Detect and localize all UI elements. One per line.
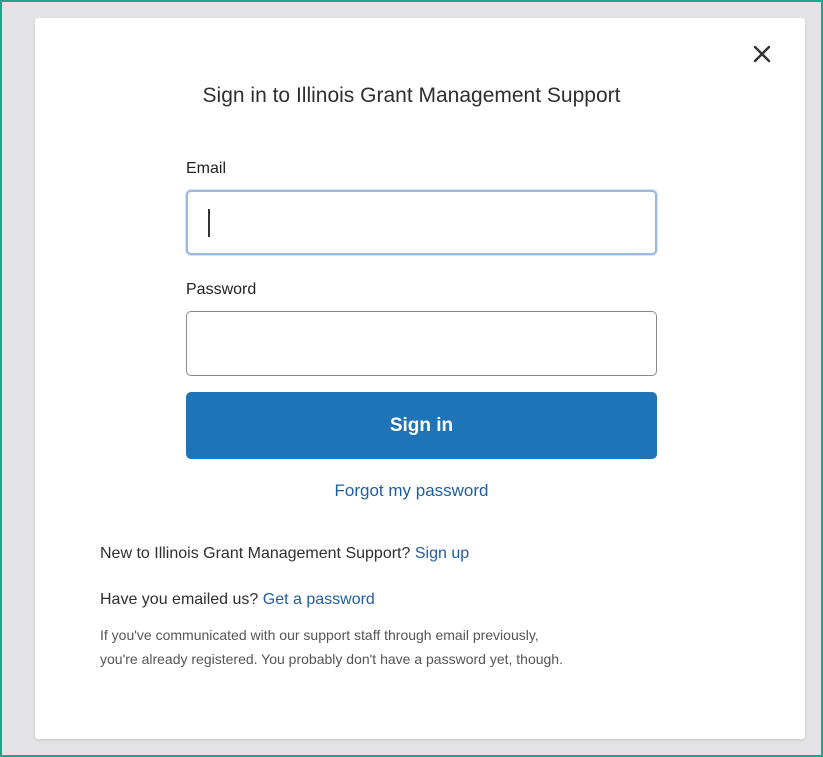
email-field[interactable] [186,190,657,255]
emailed-text: Have you emailed us? [100,591,259,608]
new-user-row: New to Illinois Grant Management Support… [100,545,469,563]
close-button[interactable] [750,42,774,66]
signin-button[interactable]: Sign in [186,392,657,459]
password-label: Password [186,281,257,298]
info-line-1: If you've communicated with our support … [100,627,539,643]
get-password-link[interactable]: Get a password [263,591,375,608]
forgot-password-row: Forgot my password [0,481,823,501]
new-user-text: New to Illinois Grant Management Support… [100,545,411,562]
close-icon [753,45,771,63]
password-field[interactable] [186,311,657,376]
email-label: Email [186,160,227,177]
emailed-row: Have you emailed us? Get a password [100,591,375,609]
info-line-2: you're already registered. You probably … [100,651,563,667]
text-caret [208,209,210,237]
forgot-password-link[interactable]: Forgot my password [335,481,489,500]
registration-info: If you've communicated with our support … [100,623,760,671]
dialog-title: Sign in to Illinois Grant Management Sup… [202,84,621,107]
signup-link[interactable]: Sign up [415,545,469,562]
